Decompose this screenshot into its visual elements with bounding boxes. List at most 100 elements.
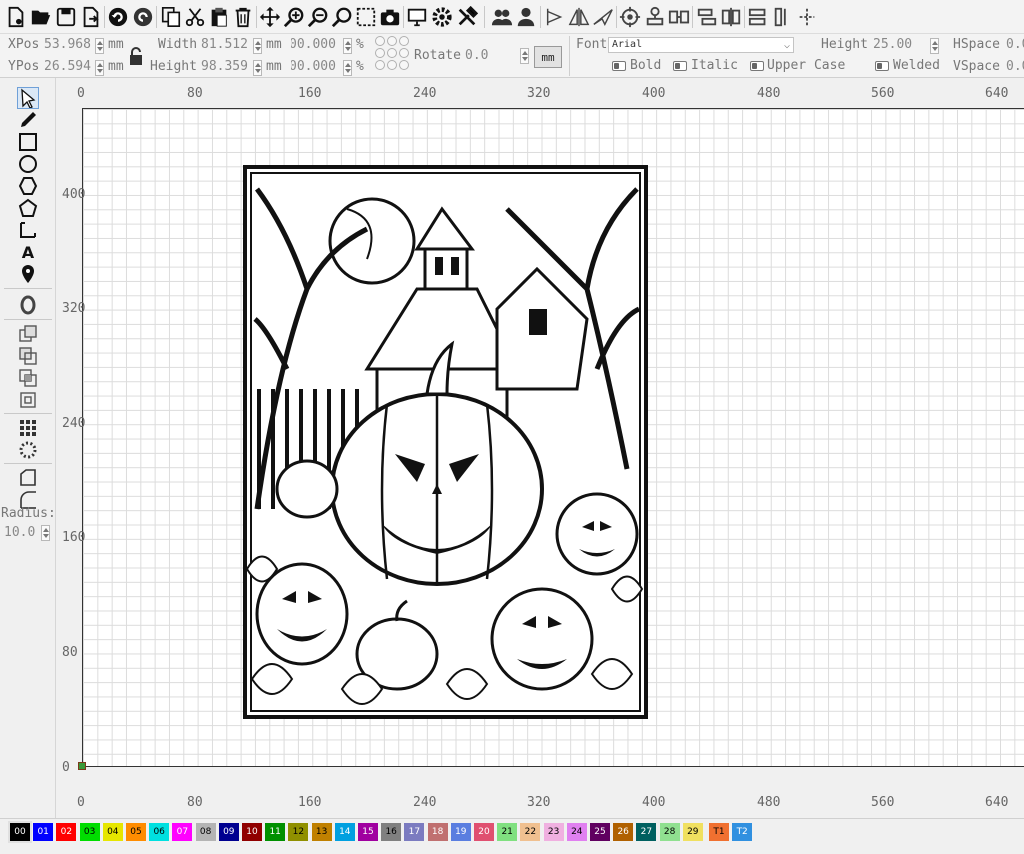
align-icon[interactable]: [543, 5, 567, 29]
union-icon[interactable]: [17, 323, 39, 345]
ypos-stepper[interactable]: [95, 60, 104, 76]
color-layer-swatch[interactable]: 19: [450, 823, 471, 841]
open-folder-icon[interactable]: [29, 5, 53, 29]
align-center-icon[interactable]: [719, 5, 743, 29]
welded-toggle[interactable]: [875, 61, 889, 71]
polygon-icon[interactable]: [17, 175, 39, 197]
height-input[interactable]: 98.359: [201, 59, 248, 74]
color-layer-swatch[interactable]: 06: [149, 823, 170, 841]
cut-icon[interactable]: [183, 5, 207, 29]
vspace-input[interactable]: 0.0: [1006, 59, 1024, 74]
color-layer-swatch[interactable]: 22: [520, 823, 541, 841]
circular-array-icon[interactable]: [17, 439, 39, 461]
exclude-icon[interactable]: [17, 389, 39, 411]
color-layer-swatch[interactable]: 09: [218, 823, 239, 841]
color-layer-swatch[interactable]: 15: [358, 823, 378, 841]
color-layer-swatch[interactable]: 20: [474, 823, 494, 841]
anchor-point-grid[interactable]: [375, 36, 411, 72]
delete-icon[interactable]: [231, 5, 255, 29]
text-height-input[interactable]: 25.00: [873, 37, 912, 52]
color-layer-swatch[interactable]: 28: [659, 823, 680, 841]
save-icon[interactable]: [54, 5, 78, 29]
scale-y-stepper[interactable]: [343, 60, 352, 76]
bold-toggle[interactable]: [612, 61, 626, 71]
location-pin-icon[interactable]: [17, 263, 39, 285]
width-stepper[interactable]: [253, 38, 262, 54]
camera-icon[interactable]: [378, 5, 402, 29]
dock-icon[interactable]: [771, 5, 795, 29]
zoom-in-icon[interactable]: [282, 5, 306, 29]
height-stepper[interactable]: [253, 60, 262, 76]
color-layer-swatch[interactable]: 23: [543, 823, 564, 841]
send-icon[interactable]: [591, 5, 615, 29]
color-layer-swatch[interactable]: T1: [709, 823, 729, 841]
italic-toggle[interactable]: [673, 61, 687, 71]
size-icon[interactable]: [747, 5, 771, 29]
array-grid-icon[interactable]: [17, 417, 39, 439]
node-icon[interactable]: [643, 5, 667, 29]
uppercase-toggle[interactable]: [750, 61, 764, 71]
move-icon[interactable]: [258, 5, 282, 29]
xpos-stepper[interactable]: [95, 38, 104, 54]
width-input[interactable]: 81.512: [201, 37, 248, 52]
color-layer-swatch[interactable]: 02: [56, 823, 77, 841]
rotate-stepper[interactable]: [520, 48, 529, 64]
copy-icon[interactable]: [159, 5, 183, 29]
halloween-artwork-image[interactable]: [243, 165, 648, 719]
color-layer-swatch[interactable]: 00: [8, 821, 32, 843]
font-select[interactable]: Arial ⌵: [608, 37, 794, 53]
scale-x-input[interactable]: 00.000: [291, 37, 336, 52]
radius-input[interactable]: 10.0: [4, 525, 35, 540]
color-layer-swatch[interactable]: 26: [613, 823, 634, 841]
color-layer-swatch[interactable]: 18: [427, 823, 448, 841]
text-height-stepper[interactable]: [930, 38, 939, 54]
undo-icon[interactable]: [106, 5, 130, 29]
color-layer-swatch[interactable]: 29: [682, 823, 703, 841]
lock-ratio-icon[interactable]: [128, 46, 144, 66]
export-icon[interactable]: [79, 5, 103, 29]
monitor-icon[interactable]: [405, 5, 429, 29]
color-layer-swatch[interactable]: 27: [636, 823, 657, 841]
color-layer-swatch[interactable]: 08: [195, 823, 216, 841]
pen-icon[interactable]: [17, 109, 39, 131]
xpos-input[interactable]: 53.968: [44, 37, 91, 52]
group-icon[interactable]: [667, 5, 691, 29]
user-icon[interactable]: [514, 5, 538, 29]
scale-x-stepper[interactable]: [343, 38, 352, 54]
unit-toggle-button[interactable]: mm: [534, 46, 562, 68]
scale-y-input[interactable]: 00.000: [291, 59, 336, 74]
color-layer-swatch[interactable]: 05: [126, 823, 146, 841]
color-layer-swatch[interactable]: 07: [172, 823, 193, 841]
select-frame-icon[interactable]: [354, 5, 378, 29]
color-layer-swatch[interactable]: 11: [265, 823, 286, 841]
color-layer-swatch[interactable]: 14: [334, 823, 355, 841]
select-arrow-icon[interactable]: [17, 87, 39, 109]
rotate-input[interactable]: 0.0: [465, 48, 488, 63]
ypos-input[interactable]: 26.594: [44, 59, 91, 74]
tools-icon[interactable]: [455, 5, 479, 29]
zoom-out-icon[interactable]: [306, 5, 330, 29]
color-layer-swatch[interactable]: 13: [311, 823, 332, 841]
color-layer-swatch[interactable]: 17: [404, 823, 425, 841]
color-layer-swatch[interactable]: 12: [288, 823, 309, 841]
hspace-input[interactable]: 0.0: [1006, 37, 1024, 52]
distribute-icon[interactable]: [695, 5, 719, 29]
users-icon[interactable]: [490, 5, 514, 29]
grid-icon[interactable]: [795, 5, 819, 29]
target-icon[interactable]: [618, 5, 642, 29]
color-layer-swatch[interactable]: 16: [381, 823, 402, 841]
color-layer-swatch[interactable]: 24: [566, 823, 587, 841]
color-layer-swatch[interactable]: 21: [497, 823, 518, 841]
color-layer-swatch[interactable]: T2: [732, 823, 753, 841]
ellipse-icon[interactable]: [17, 153, 39, 175]
radius-stepper[interactable]: [41, 525, 50, 541]
new-file-icon[interactable]: [4, 5, 28, 29]
zoom-fit-icon[interactable]: [330, 5, 354, 29]
bracket-icon[interactable]: [17, 219, 39, 241]
paste-icon[interactable]: [207, 5, 231, 29]
settings-icon[interactable]: [430, 5, 454, 29]
redo-icon[interactable]: [131, 5, 155, 29]
color-layer-swatch[interactable]: 04: [102, 823, 123, 841]
ring-icon[interactable]: [17, 294, 39, 316]
text-tool-icon[interactable]: A: [17, 241, 39, 263]
